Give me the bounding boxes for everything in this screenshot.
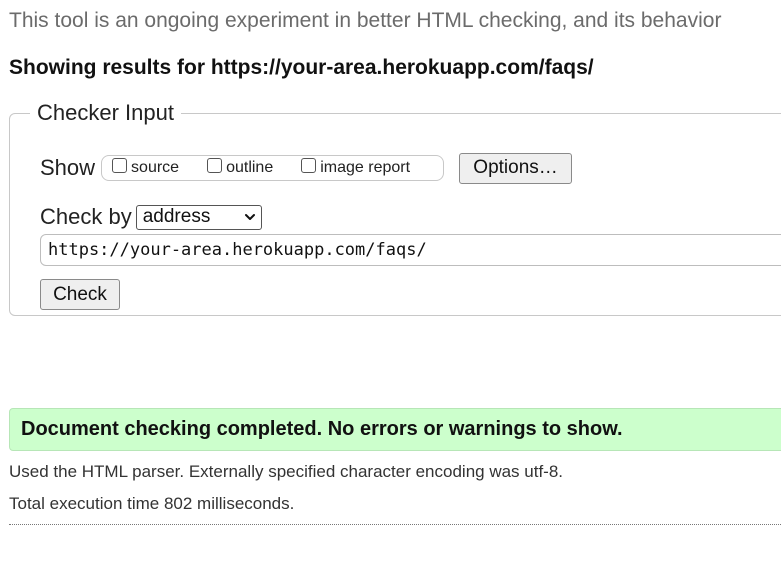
show-label: Show [40, 155, 96, 180]
divider [9, 524, 781, 525]
check-by-select[interactable]: address [135, 204, 262, 230]
check-by-selected-value: address [142, 206, 211, 227]
image-report-checkbox-label: image report [320, 159, 411, 176]
source-checkbox[interactable] [112, 157, 128, 173]
image-report-checkbox[interactable] [301, 157, 317, 173]
outline-checkbox[interactable] [207, 157, 223, 173]
show-source-option[interactable]: source [112, 157, 180, 177]
status-message: Document checking completed. No errors o… [9, 408, 781, 451]
show-image-report-option[interactable]: image report [301, 157, 411, 177]
options-button[interactable]: Options… [459, 152, 573, 184]
check-button[interactable]: Check [40, 279, 120, 310]
show-options-group: source outline image report [101, 155, 445, 181]
check-by-row: Check by address [40, 202, 262, 232]
source-checkbox-label: source [131, 159, 180, 176]
intro-text: This tool is an ongoing experiment in be… [9, 9, 722, 32]
show-outline-option[interactable]: outline [207, 157, 274, 177]
url-input[interactable]: https://your-area.herokuapp.com/faqs/ [40, 234, 781, 266]
results-heading: Showing results for https://your-area.he… [9, 56, 594, 79]
check-by-label: Check by [40, 204, 132, 229]
checker-input-legend: Checker Input [37, 100, 174, 125]
chevron-down-icon [244, 214, 255, 220]
execution-time: Total execution time 802 milliseconds. [9, 494, 295, 513]
outline-checkbox-label: outline [226, 159, 274, 176]
show-row: Show source outline image report Options… [40, 152, 573, 184]
page: This tool is an ongoing experiment in be… [0, 0, 781, 562]
parser-info: Used the HTML parser. Externally specifi… [9, 462, 564, 481]
